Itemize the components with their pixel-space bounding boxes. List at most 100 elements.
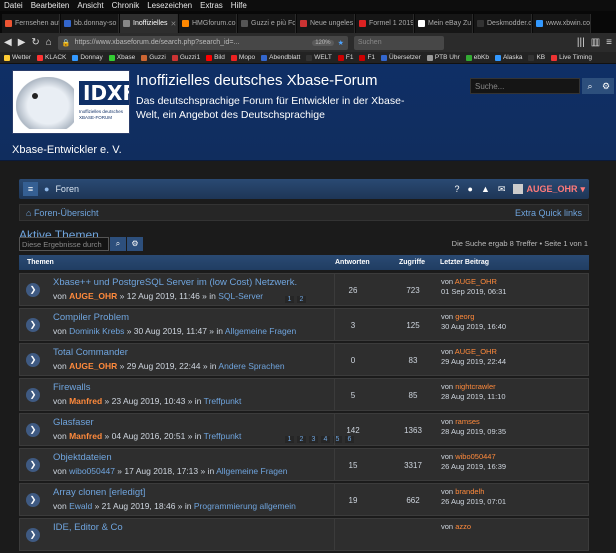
quicklinks-link[interactable]: Extra Quick links (515, 208, 582, 218)
library-icon[interactable]: ||| (577, 37, 585, 48)
topic-forum[interactable]: Andere Sprachen (218, 361, 284, 371)
topic-title[interactable]: Xbase++ und PostgreSQL Server im (low Co… (53, 277, 297, 288)
page-link[interactable]: 4 (321, 436, 330, 443)
topic-author[interactable]: AUGE_OHR (69, 291, 117, 301)
menu-item[interactable]: Chronik (112, 0, 140, 11)
menu-item[interactable]: Datei (4, 0, 23, 11)
forward-icon[interactable]: ▶ (18, 37, 26, 48)
browser-tab[interactable]: Guzzi e più Forum✕ (238, 14, 296, 33)
last-post-author[interactable]: wibo050447 (455, 452, 495, 461)
last-post-author[interactable]: brandelh (455, 487, 484, 496)
topic-title[interactable]: Total Commander (53, 347, 128, 358)
topic-title[interactable]: Glasfaser (53, 417, 94, 428)
bookmark-item[interactable]: F1 (337, 54, 353, 61)
header-search-input[interactable]: Suche... (470, 78, 580, 94)
page-link[interactable]: 2 (297, 296, 306, 303)
browser-tab[interactable]: www.xbwin.co✕ (533, 14, 591, 33)
settings-icon[interactable]: ⚙ (598, 78, 614, 94)
topic-author[interactable]: Dominik Krebs (69, 326, 124, 336)
close-icon[interactable]: ✕ (171, 20, 177, 28)
bookmark-item[interactable]: KLACK (37, 54, 66, 61)
forum-logo[interactable]: IDXF Inoffizielles deutsches XBASE-FORUM (12, 70, 130, 134)
user-menu[interactable]: AUGE_OHR ▾ (513, 184, 585, 195)
browser-tab[interactable]: Deskmodder.c✕ (474, 14, 532, 33)
search-icon[interactable]: ⌕ (582, 78, 598, 94)
topic-forum[interactable]: SQL-Server (218, 291, 263, 301)
topic-title[interactable]: Objektdateien (53, 452, 112, 463)
topic-author[interactable]: wibo050447 (69, 466, 115, 476)
topic-arrow-icon[interactable]: ❯ (26, 458, 40, 472)
messages-icon[interactable]: ● (468, 184, 473, 194)
bookmark-item[interactable]: Alaska (494, 54, 522, 61)
topic-forum[interactable]: Treffpunkt (204, 396, 242, 406)
topic-forum[interactable]: Treffpunkt (204, 431, 242, 441)
breadcrumb-home[interactable]: Foren-Übersicht (34, 208, 99, 218)
topic-forum[interactable]: Allgemeine Fragen (225, 326, 296, 336)
menu-item[interactable]: Lesezeichen (147, 0, 192, 11)
topic-arrow-icon[interactable]: ❯ (26, 318, 40, 332)
topic-author[interactable]: Manfred (69, 396, 102, 406)
browser-tab[interactable]: HMGforum.co✕ (179, 14, 237, 33)
topic-arrow-icon[interactable]: ❯ (26, 528, 40, 542)
page-link[interactable]: 1 (285, 436, 294, 443)
bookmark-item[interactable]: WELT (306, 54, 332, 61)
last-post-author[interactable]: nightcrawler (455, 382, 495, 391)
browser-search-input[interactable]: Suchen (353, 35, 444, 50)
bookmark-star-icon[interactable]: ★ (338, 39, 344, 47)
bookmark-item[interactable]: Wetter (4, 54, 31, 61)
last-post-author[interactable]: AUGE_OHR (455, 347, 497, 356)
zoom-level[interactable]: 120% (312, 39, 334, 46)
topic-arrow-icon[interactable]: ❯ (26, 493, 40, 507)
page-link[interactable]: 1 (285, 296, 294, 303)
page-link[interactable]: 2 (297, 436, 306, 443)
menu-item[interactable]: Extras (200, 0, 223, 11)
menu-item[interactable]: Bearbeiten (31, 0, 70, 11)
last-post-author[interactable]: azzo (455, 522, 471, 531)
topic-title[interactable]: Array clonen [erledigt] (53, 487, 145, 498)
browser-tab[interactable]: Formel 1 2019✕ (356, 14, 414, 33)
topic-title[interactable]: IDE, Editor & Co (53, 522, 123, 533)
home-icon[interactable]: ⌂ (46, 37, 52, 48)
bookmark-item[interactable]: Guzzi (141, 54, 166, 61)
reload-icon[interactable]: ↻ (31, 37, 39, 48)
topic-forum[interactable]: Programmierung allgemein (194, 501, 296, 511)
bookmark-item[interactable]: PTB Uhr (426, 54, 460, 61)
browser-tab[interactable]: Inoffizielles ✕ (120, 14, 178, 33)
topic-arrow-icon[interactable]: ❯ (26, 423, 40, 437)
bookmark-item[interactable]: Live Timing (551, 54, 592, 61)
topic-author[interactable]: Ewald (69, 501, 92, 511)
bookmark-item[interactable]: Abendblatt (261, 54, 300, 61)
bookmark-item[interactable]: Mopo (230, 54, 255, 61)
forums-link[interactable]: Foren (55, 184, 79, 194)
last-post-author[interactable]: AUGE_OHR (455, 277, 497, 286)
sidebar-icon[interactable]: ▥ (591, 37, 600, 48)
address-bar[interactable]: 🔒 https://www.xbaseforum.de/search.php?s… (57, 35, 348, 50)
back-icon[interactable]: ◀ (4, 37, 12, 48)
browser-tab[interactable]: Mein eBay Zu✕ (415, 14, 473, 33)
hamburger-icon[interactable]: ≡ (23, 182, 38, 196)
filter-search-icon[interactable]: ⌕ (110, 237, 126, 251)
bookmark-item[interactable]: Guzzi1 (171, 54, 200, 61)
topic-author[interactable]: AUGE_OHR (69, 361, 117, 371)
bookmark-item[interactable]: Xbase (108, 54, 135, 61)
browser-tab[interactable]: bb.donnay-so✕ (61, 14, 119, 33)
menu-icon[interactable]: ≡ (606, 37, 612, 48)
browser-tab[interactable]: Neue ungeles✕ (297, 14, 355, 33)
filter-settings-icon[interactable]: ⚙ (127, 237, 143, 251)
topic-author[interactable]: Manfred (69, 431, 102, 441)
bookmark-item[interactable]: ebKb (465, 54, 489, 61)
help-icon[interactable]: ? (455, 184, 460, 194)
bookmark-item[interactable]: Bild (206, 54, 225, 61)
mail-icon[interactable]: ✉ (498, 184, 506, 195)
menu-item[interactable]: Ansicht (77, 0, 103, 11)
topic-arrow-icon[interactable]: ❯ (26, 283, 40, 297)
browser-tab[interactable]: Fernsehen auf✕ (2, 14, 60, 33)
bookmark-item[interactable]: Donnay (72, 54, 103, 61)
bookmark-item[interactable]: Übersetzer (381, 54, 421, 61)
topic-arrow-icon[interactable]: ❯ (26, 388, 40, 402)
page-link[interactable]: 6 (345, 436, 354, 443)
last-post-author[interactable]: georg (455, 312, 474, 321)
topic-title[interactable]: Compiler Problem (53, 312, 129, 323)
topic-forum[interactable]: Allgemeine Fragen (216, 466, 287, 476)
notifications-icon[interactable]: ▲ (481, 184, 490, 194)
